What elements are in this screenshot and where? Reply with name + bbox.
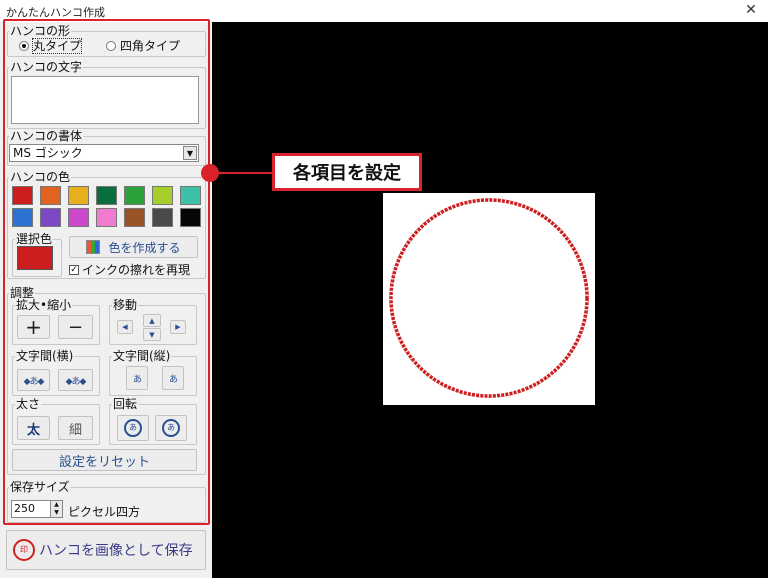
font-group-label: ハンコの書体 — [9, 129, 84, 143]
seal-icon: 印 — [13, 539, 35, 561]
save-size-value: 250 — [14, 502, 35, 515]
color-swatch[interactable] — [152, 186, 173, 205]
callout-text: 各項目を設定 — [293, 163, 401, 184]
color-swatch[interactable] — [96, 208, 117, 227]
close-icon[interactable]: ✕ — [742, 1, 760, 19]
ink-blur-checkbox[interactable]: ✓ インクの擦れを再現 — [69, 263, 190, 277]
stamp-text-input[interactable] — [11, 76, 199, 124]
callout-dot — [201, 164, 219, 182]
color-swatch[interactable] — [180, 186, 201, 205]
save-size-input[interactable]: 250 ▲ ▼ — [11, 500, 63, 518]
spacing-v-label: 文字間(縦) — [112, 349, 172, 363]
window-title: かんたんハンコ作成 — [6, 6, 105, 19]
move-up-button[interactable]: ▲ — [143, 314, 161, 327]
radio-label-square: 四角タイプ — [120, 39, 181, 53]
callout-box: 各項目を設定 — [272, 153, 422, 191]
color-swatch[interactable] — [68, 186, 89, 205]
color-swatch[interactable] — [96, 186, 117, 205]
rotate-label: 回転 — [112, 397, 139, 411]
radio-dot — [19, 41, 29, 51]
spacing-v-wide-button[interactable]: あ — [162, 366, 184, 390]
bold-button[interactable]: 太 — [17, 416, 50, 440]
shape-group-label: ハンコの形 — [9, 24, 72, 38]
move-down-button[interactable]: ▼ — [143, 328, 161, 341]
zoom-in-button[interactable]: + — [17, 315, 50, 339]
color-swatch[interactable] — [152, 208, 173, 227]
thin-button[interactable]: 細 — [58, 416, 93, 440]
move-label: 移動 — [112, 298, 139, 312]
spacing-h-wide-button[interactable]: ◆あ◆ — [58, 369, 93, 391]
color-swatch[interactable] — [180, 208, 201, 227]
save-size-label: 保存サイズ — [9, 480, 71, 494]
shape-square-radio[interactable]: 四角タイプ — [106, 39, 180, 53]
color-swatch[interactable] — [12, 186, 33, 205]
spacing-v-narrow-button[interactable]: あ — [126, 366, 148, 390]
font-select-value: MS ゴシック — [13, 146, 83, 160]
rotate-ccw-icon: あ — [124, 419, 142, 437]
selected-color-swatch — [17, 246, 53, 270]
save-image-button[interactable]: 印 ハンコを画像として保存 — [6, 530, 206, 570]
rotate-cw-button[interactable]: あ — [155, 415, 187, 441]
text-group-label: ハンコの文字 — [9, 60, 84, 74]
color-swatch[interactable] — [68, 208, 89, 227]
color-swatch[interactable] — [124, 186, 145, 205]
move-left-button[interactable]: ◀ — [117, 320, 133, 334]
stamp-circle-icon — [389, 198, 589, 398]
reset-button[interactable]: 設定をリセット — [12, 449, 197, 471]
font-select[interactable]: MS ゴシック ▼ — [9, 144, 199, 162]
zoom-out-button[interactable]: − — [58, 315, 93, 339]
color-swatch[interactable] — [40, 186, 61, 205]
ink-blur-label: インクの擦れを再現 — [82, 263, 191, 277]
rotate-ccw-button[interactable]: あ — [117, 415, 149, 441]
selected-color-label: 選択色 — [15, 232, 54, 246]
checkbox-check-icon: ✓ — [69, 265, 79, 275]
save-size-unit: ピクセル四方 — [68, 505, 141, 519]
palette-icon — [86, 240, 101, 254]
spacing-h-label: 文字間(横) — [15, 349, 75, 363]
color-swatch[interactable] — [12, 208, 33, 227]
spinner-arrows-icon[interactable]: ▲ ▼ — [50, 501, 62, 517]
spacing-h-narrow-button[interactable]: ◆あ◆ — [17, 369, 50, 391]
title-bar: かんたんハンコ作成 ✕ — [0, 0, 768, 22]
stamp-preview — [383, 193, 595, 405]
rotate-cw-icon: あ — [162, 419, 180, 437]
weight-label: 太さ — [15, 397, 42, 411]
color-swatch[interactable] — [40, 208, 61, 227]
move-right-button[interactable]: ▶ — [170, 320, 186, 334]
radio-label-round: 丸タイプ — [31, 38, 83, 54]
zoom-label: 拡大•縮小 — [15, 298, 73, 312]
shape-round-radio[interactable]: 丸タイプ — [19, 38, 83, 54]
chevron-down-icon[interactable]: ▼ — [183, 146, 197, 160]
create-color-button[interactable]: 色を作成する — [69, 236, 198, 258]
create-color-label: 色を作成する — [108, 240, 181, 255]
save-image-label: ハンコを画像として保存 — [39, 543, 193, 559]
radio-dot — [106, 41, 116, 51]
color-group-label: ハンコの色 — [9, 170, 72, 184]
color-swatch[interactable] — [124, 208, 145, 227]
